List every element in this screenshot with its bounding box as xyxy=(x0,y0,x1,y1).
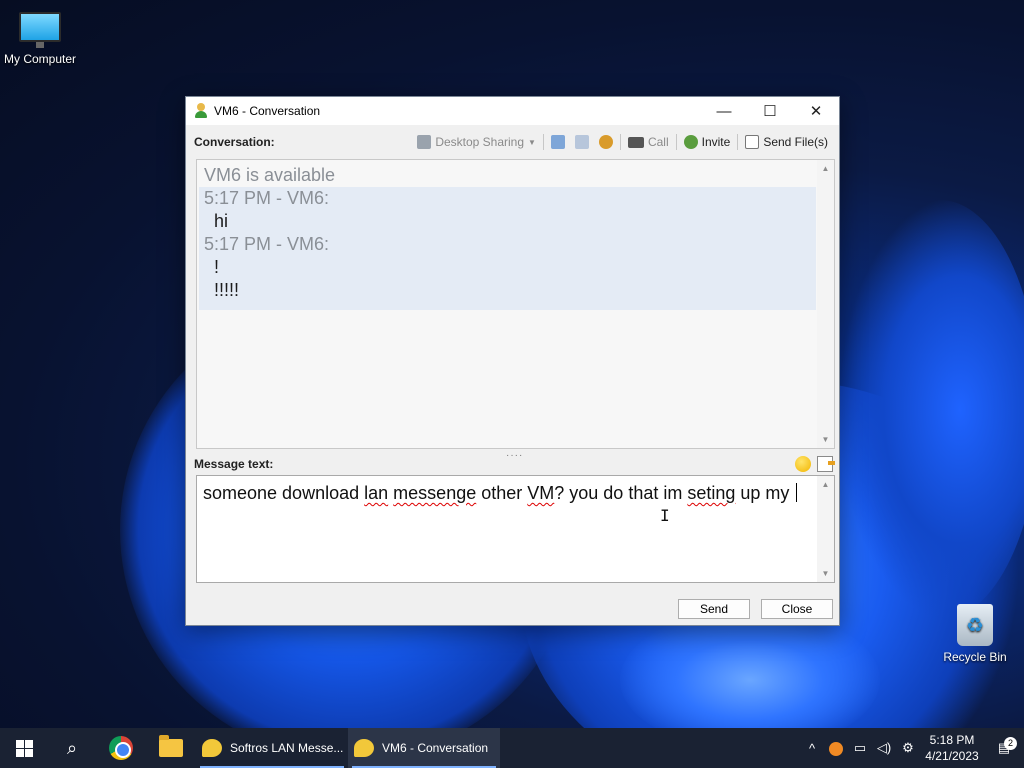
message-label-row: Message text: xyxy=(194,455,835,473)
call-button[interactable]: Call xyxy=(623,132,674,152)
text-caret xyxy=(796,483,798,502)
desktop-sharing-icon xyxy=(417,135,432,149)
window-title: VM6 - Conversation xyxy=(214,104,321,118)
toolbar-separator xyxy=(542,134,544,150)
maximize-button[interactable]: ☐ xyxy=(747,97,793,125)
chat-bubble-icon xyxy=(354,739,374,757)
misspelled-word: seting xyxy=(687,483,736,503)
message-header: 5:17 PM - VM6: xyxy=(204,234,330,254)
misspelled-word: messenge xyxy=(393,483,477,503)
input-scrollbar[interactable]: ▲ ▼ xyxy=(817,476,834,582)
start-button[interactable] xyxy=(0,728,48,768)
clock[interactable]: 5:18 PM 4/21/2023 xyxy=(920,732,984,764)
close-button[interactable]: Close xyxy=(761,599,833,619)
minimize-button[interactable]: — xyxy=(701,97,747,125)
conversation-scrollbar[interactable]: ▲ ▼ xyxy=(817,160,834,448)
toolbar-separator xyxy=(737,134,739,150)
history-icon xyxy=(550,135,565,149)
settings-button[interactable] xyxy=(594,132,618,152)
message-text: hi xyxy=(214,211,229,231)
message-word: up my xyxy=(735,483,795,503)
notification-button[interactable]: ▤ 2 xyxy=(984,737,1024,756)
windows-logo-icon xyxy=(15,739,33,757)
message-text: !!!!! xyxy=(214,280,240,300)
recycle-bin-icon: ♻ xyxy=(957,604,993,646)
user-icon xyxy=(194,103,208,119)
folder-icon xyxy=(159,735,183,757)
smiley-icon[interactable] xyxy=(795,456,811,472)
taskbar-item-label: Softros LAN Messe... xyxy=(230,741,344,755)
send-file-icon xyxy=(745,135,760,149)
taskbar: ⌕ Softros LAN Messe... VM6 - Conversatio… xyxy=(0,728,1024,768)
conversation-window: VM6 - Conversation — ☐ ✕ Conversation: D… xyxy=(185,96,840,626)
scroll-up-icon[interactable]: ▲ xyxy=(817,160,834,177)
message-word: ? you do that im xyxy=(554,483,688,503)
presence-status: VM6 is available xyxy=(204,165,336,185)
chrome-taskbar-button[interactable] xyxy=(96,728,146,768)
message-block: 5:17 PM - VM6: hi 5:17 PM - VM6: ! !!!!! xyxy=(199,187,816,310)
network-icon[interactable]: ▭ xyxy=(848,740,872,756)
toolbar-separator xyxy=(619,134,621,150)
send-files-label: Send File(s) xyxy=(763,135,828,149)
send-button[interactable]: Send xyxy=(678,599,750,619)
desktop-icon-recycle-bin[interactable]: ♻ Recycle Bin xyxy=(935,604,1015,664)
history-button[interactable] xyxy=(546,132,570,152)
info-button[interactable] xyxy=(570,132,594,152)
text-format-icon[interactable] xyxy=(817,456,835,472)
taskbar-item-conversation[interactable]: VM6 - Conversation xyxy=(348,728,500,768)
search-button[interactable]: ⌕ xyxy=(48,728,96,768)
invite-button[interactable]: Invite xyxy=(679,132,736,152)
volume-icon[interactable]: ◁) xyxy=(872,740,896,756)
chevron-up-icon[interactable]: ^ xyxy=(800,741,824,756)
message-header: 5:17 PM - VM6: xyxy=(204,188,330,208)
message-input[interactable]: someone download lan messenge other VM? … xyxy=(196,475,835,583)
taskbar-item-softros[interactable]: Softros LAN Messe... xyxy=(196,728,348,768)
taskbar-item-label: VM6 - Conversation xyxy=(382,741,489,755)
toolbar-separator xyxy=(675,134,677,150)
conversation-content: VM6 is available 5:17 PM - VM6: hi 5:17 … xyxy=(199,164,816,310)
invite-label: Invite xyxy=(701,135,731,149)
info-icon xyxy=(574,135,589,149)
misspelled-word: lan xyxy=(364,483,389,503)
desktop-sharing-button[interactable]: Desktop Sharing ▼ xyxy=(412,132,541,152)
chat-bubble-icon xyxy=(202,739,222,757)
message-input-text: someone download lan messenge other VM? … xyxy=(203,482,803,505)
video-camera-icon xyxy=(627,136,644,148)
message-text: ! xyxy=(214,257,220,277)
scroll-up-icon[interactable]: ▲ xyxy=(817,476,834,493)
file-explorer-taskbar-button[interactable] xyxy=(146,728,196,768)
toolbar: Conversation: Desktop Sharing ▼ Call Inv… xyxy=(194,131,833,153)
conversation-history[interactable]: VM6 is available 5:17 PM - VM6: hi 5:17 … xyxy=(196,159,835,449)
chevron-down-icon: ▼ xyxy=(528,137,536,147)
close-window-button[interactable]: ✕ xyxy=(793,97,839,125)
clock-date: 4/21/2023 xyxy=(925,749,979,763)
softros-tray-icon[interactable] xyxy=(824,740,848,756)
message-label: Message text: xyxy=(194,457,274,471)
scroll-down-icon[interactable]: ▼ xyxy=(817,431,834,448)
gear-icon xyxy=(598,135,613,149)
system-tray: ^ ▭ ◁) ⚙ 5:18 PM 4/21/2023 ▤ 2 xyxy=(800,728,1024,768)
desktop-icon-my-computer[interactable]: My Computer xyxy=(0,12,80,66)
desktop-icon-label: Recycle Bin xyxy=(943,650,1007,664)
desktop-icon-label: My Computer xyxy=(3,52,77,66)
search-icon: ⌕ xyxy=(66,737,78,758)
notification-count: 2 xyxy=(1004,737,1017,750)
conversation-label: Conversation: xyxy=(194,135,275,149)
misspelled-word: VM xyxy=(527,483,555,503)
monitor-icon xyxy=(19,12,61,48)
title-bar[interactable]: VM6 - Conversation — ☐ ✕ xyxy=(186,97,839,125)
wallpaper-bloom xyxy=(840,200,1024,620)
send-files-button[interactable]: Send File(s) xyxy=(740,132,833,152)
scroll-down-icon[interactable]: ▼ xyxy=(817,565,834,582)
message-word: other xyxy=(476,483,528,503)
gear-icon[interactable]: ⚙ xyxy=(896,740,920,756)
call-label: Call xyxy=(647,135,669,149)
users-icon xyxy=(683,135,698,149)
message-word: someone download xyxy=(203,483,365,503)
ibeam-cursor-icon: I xyxy=(660,506,670,525)
clock-time: 5:18 PM xyxy=(929,733,975,747)
desktop-sharing-label: Desktop Sharing xyxy=(435,135,525,149)
chrome-icon xyxy=(109,736,133,760)
